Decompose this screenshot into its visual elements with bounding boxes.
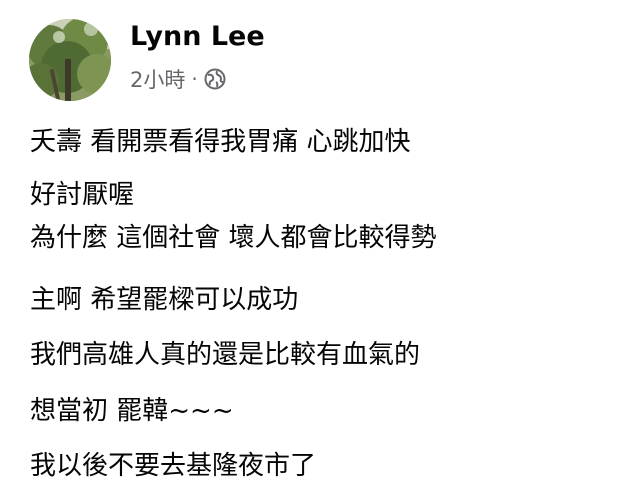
message-line: 為什麼 這個社會 壞人都會比較得勢 xyxy=(30,223,437,253)
meta-separator: · xyxy=(191,67,198,91)
globe-icon[interactable] xyxy=(204,68,226,90)
message-line: 好討厭喔 xyxy=(30,180,135,210)
message-line: 我以後不要去基隆夜市了 xyxy=(30,451,317,481)
message-line: 想當初 罷韓~~~ xyxy=(30,396,234,426)
message-line: 夭壽 看開票看得我胃痛 心跳加快 xyxy=(30,127,411,157)
facebook-post: Lynn Lee 2小時 · 夭壽 看開票看得我胃痛 心跳加快 好討厭喔 為什麼… xyxy=(0,0,640,493)
message-line: 主啊 希望罷樑可以成功 xyxy=(30,285,299,315)
timestamp-link[interactable]: 2小時 xyxy=(130,64,185,94)
avatar-photo xyxy=(29,19,111,101)
avatar[interactable] xyxy=(29,19,111,101)
message-line: 我們高雄人真的還是比較有血氣的 xyxy=(30,340,421,370)
author-name[interactable]: Lynn Lee xyxy=(130,20,265,54)
post-meta: 2小時 · xyxy=(130,64,226,94)
